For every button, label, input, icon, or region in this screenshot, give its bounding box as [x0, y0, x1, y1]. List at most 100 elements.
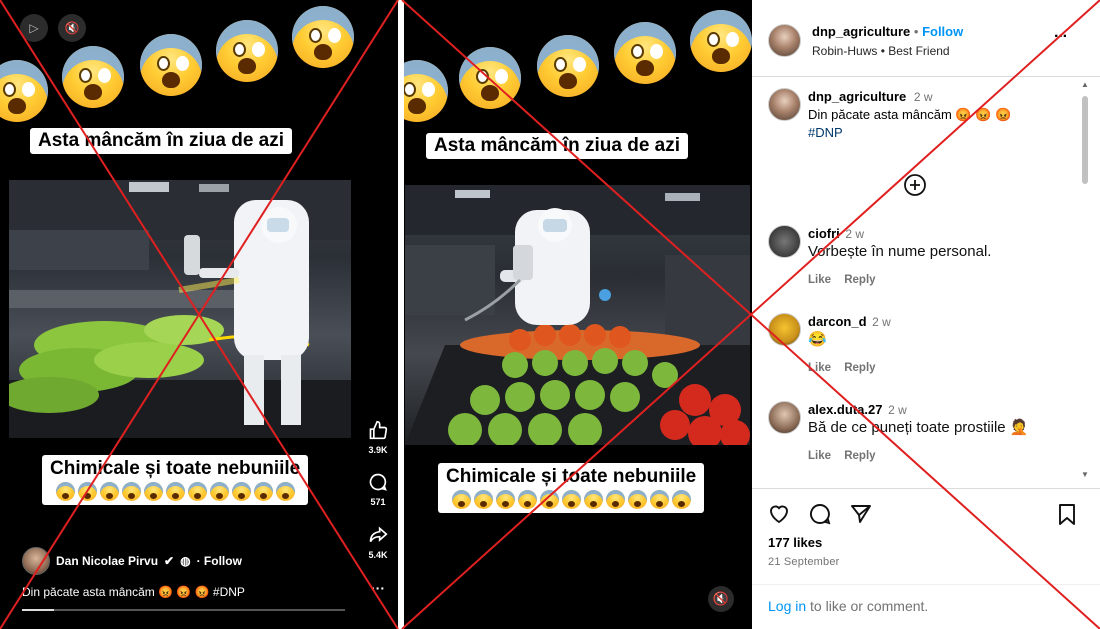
- comment-body: Vorbește în nume personal.: [808, 243, 992, 260]
- share-icon: [364, 525, 392, 550]
- reel-share-button[interactable]: 5.4K: [364, 525, 392, 560]
- scroll-up-arrow-icon[interactable]: ▲: [1080, 80, 1090, 89]
- like-comment-button[interactable]: Like: [808, 274, 831, 286]
- reel-like-count: 3.9K: [368, 445, 388, 455]
- reply-button[interactable]: Reply: [844, 362, 875, 374]
- avatar[interactable]: [22, 547, 50, 575]
- follow-button[interactable]: Follow: [922, 24, 963, 39]
- reel-caption-bottom: Chimicale și toate nebuniile: [42, 455, 309, 505]
- scream-emoji-icon: [99, 482, 119, 501]
- comment-username[interactable]: ciofri: [808, 226, 840, 241]
- media-caption-bottom-text: Chimicale și toate nebuniile: [446, 466, 697, 487]
- like-comment-button[interactable]: Like: [808, 362, 831, 374]
- comment-text-block: alex.duta.27 2 w Bă de ce puneți toate p…: [808, 401, 1028, 437]
- comment-username[interactable]: dnp_agriculture: [808, 89, 906, 104]
- comment-username[interactable]: darcon_d: [808, 314, 867, 329]
- avatar[interactable]: [768, 24, 801, 57]
- scream-emoji-icon: [209, 482, 229, 501]
- reel-comment-button[interactable]: 571: [364, 472, 392, 507]
- scream-emoji-icon: [671, 490, 691, 509]
- more-options-button[interactable]: ···: [1054, 28, 1068, 46]
- post-panel: dnp_agriculture • Follow Robin-Huws • Be…: [752, 0, 1100, 629]
- comment-icon[interactable]: [807, 501, 833, 527]
- reel-caption-top: Asta mâncăm în ziua de azi: [30, 128, 293, 154]
- post-header: dnp_agriculture • Follow Robin-Huws • Be…: [752, 0, 1100, 77]
- scream-emoji-icon: [292, 6, 354, 68]
- reel-progress-bar[interactable]: [22, 609, 345, 611]
- scream-emoji-icon: [614, 22, 676, 84]
- mute-icon: 🔇: [712, 591, 730, 606]
- scroll-down-arrow-icon[interactable]: ▼: [1080, 470, 1090, 479]
- tomatoes-illustration: [405, 185, 750, 445]
- tomatoes-photo: [405, 185, 750, 445]
- avatar[interactable]: [768, 401, 801, 434]
- verified-icon: ✔: [164, 554, 175, 568]
- share-icon[interactable]: [848, 501, 874, 527]
- scream-emoji-icon: [62, 46, 124, 108]
- post-subtitle[interactable]: Robin-Huws • Best Friend: [812, 44, 950, 58]
- reel-author-row: Dan Nicolae Pirvu ✔ ◍ · Follow: [22, 547, 242, 575]
- scream-emoji-icon: [77, 482, 97, 501]
- reel-follow-link[interactable]: · Follow: [197, 554, 242, 568]
- emoji-row: [404, 10, 752, 122]
- scream-emoji-icon: [231, 482, 251, 501]
- post-actions-bar: 177 likes 21 September Log in to like or…: [752, 488, 1100, 629]
- screenshot-root: ▷ 🔇 Asta mâncăm în ziua de azi Chimicale…: [0, 0, 1100, 629]
- heart-icon[interactable]: [766, 501, 792, 527]
- scream-emoji-icon: [0, 60, 48, 122]
- scream-emoji-icon: [605, 490, 625, 509]
- scream-emoji-icon: [165, 482, 185, 501]
- bookmark-icon[interactable]: [1054, 501, 1080, 527]
- reel-like-button[interactable]: 3.9K: [364, 420, 392, 455]
- header-separator: •: [913, 24, 919, 39]
- comment-body: Din păcate asta mâncăm 😡 😡 😡: [808, 107, 1012, 122]
- reel-player[interactable]: ▷ 🔇 Asta mâncăm în ziua de azi Chimicale…: [0, 0, 398, 629]
- like-comment-button[interactable]: Like: [808, 450, 831, 462]
- scream-emoji-icon: [121, 482, 141, 501]
- comment-body: Bă de ce puneți toate prostiile 🤦: [808, 419, 1029, 436]
- comments-scrollbar[interactable]: ▲ ▼: [1080, 80, 1090, 480]
- thumbs-up-icon: [364, 420, 392, 445]
- reel-more-button[interactable]: ···: [364, 580, 392, 596]
- scream-emoji-icon: [473, 490, 493, 509]
- small-emoji-row: [446, 490, 696, 509]
- comment-time: 2 w: [872, 315, 891, 329]
- login-link[interactable]: Log in: [768, 598, 806, 614]
- scrollbar-thumb[interactable]: [1082, 96, 1088, 184]
- post-username[interactable]: dnp_agriculture: [812, 24, 910, 39]
- emoji-row: [0, 6, 398, 122]
- scream-emoji-icon: [539, 490, 559, 509]
- reel-comment-count: 571: [370, 497, 386, 507]
- login-prompt-text: to like or comment.: [806, 598, 929, 614]
- media-caption-bottom: Chimicale și toate nebuniile: [438, 463, 705, 513]
- comment-actions: Like Reply: [808, 274, 886, 286]
- plus-circle-icon[interactable]: [903, 173, 927, 197]
- media-mute-button[interactable]: 🔇: [708, 586, 734, 612]
- scream-emoji-icon: [495, 490, 515, 509]
- scream-emoji-icon: [517, 490, 537, 509]
- hashtag-link[interactable]: #DNP: [808, 125, 843, 140]
- comment-time: 2 w: [845, 227, 865, 241]
- avatar[interactable]: [768, 225, 801, 258]
- scream-emoji-icon: [561, 490, 581, 509]
- scream-emoji-icon: [275, 482, 295, 501]
- globe-icon: ◍: [180, 554, 191, 568]
- reel-author-name[interactable]: Dan Nicolae Pirvu: [56, 554, 158, 568]
- avatar[interactable]: [768, 313, 801, 346]
- comment-body: 😂: [808, 331, 827, 348]
- comment-actions: Like Reply: [808, 362, 886, 374]
- comment-text-block: darcon_d 2 w 😂: [808, 313, 891, 349]
- scream-emoji-icon: [187, 482, 207, 501]
- reply-button[interactable]: Reply: [844, 274, 875, 286]
- scream-emoji-icon: [451, 490, 471, 509]
- likes-count[interactable]: 177 likes: [768, 535, 822, 550]
- comment-actions: Like Reply: [808, 450, 886, 462]
- scream-emoji-icon: [649, 490, 669, 509]
- reel-caption-bottom-text: Chimicale și toate nebuniile: [50, 458, 301, 479]
- avatar[interactable]: [768, 88, 801, 121]
- reply-button[interactable]: Reply: [844, 450, 875, 462]
- scream-emoji-icon: [216, 20, 278, 82]
- scream-emoji-icon: [404, 60, 448, 122]
- post-date: 21 September: [768, 556, 840, 568]
- comment-username[interactable]: alex.duta.27: [808, 402, 882, 417]
